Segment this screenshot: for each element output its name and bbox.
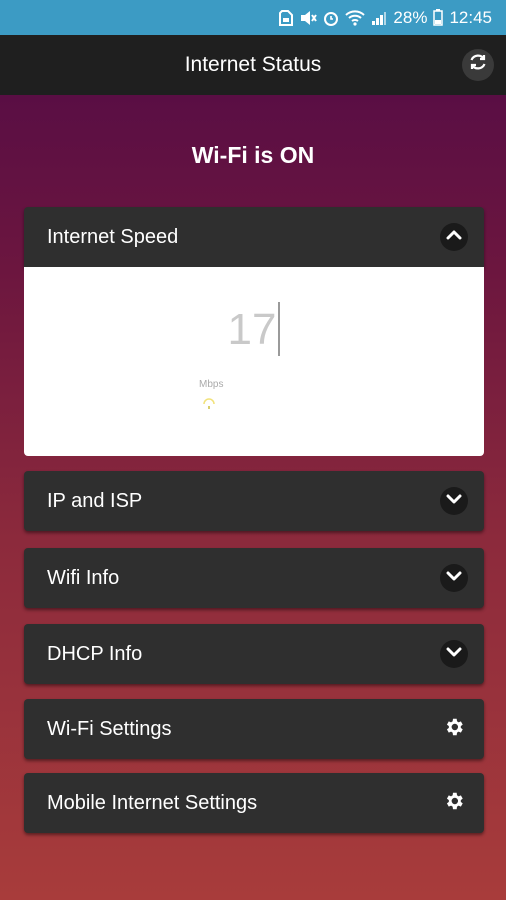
wifi-status-heading: Wi-Fi is ON <box>191 142 315 168</box>
panel-title: Internet Speed <box>47 225 179 248</box>
refresh-icon <box>469 53 487 77</box>
section-wifi-info[interactable]: Wifi Info <box>24 548 484 608</box>
signal-icon <box>371 10 387 26</box>
speed-caret <box>278 302 281 356</box>
section-label: DHCP Info <box>47 642 143 665</box>
panel-header: Mobile Internet Settings <box>24 773 484 833</box>
section-mobile-internet-settings[interactable]: Mobile Internet Settings <box>24 773 484 833</box>
sim-icon <box>279 9 294 26</box>
section-ip-isp[interactable]: IP and ISP <box>24 471 484 531</box>
section-label: Mobile Internet Settings <box>47 791 258 814</box>
expand-button[interactable] <box>440 487 468 515</box>
gear-icon <box>443 716 465 743</box>
settings-button[interactable] <box>440 715 468 743</box>
section-label: Wi-Fi Settings <box>47 717 172 740</box>
page-title: Internet Status <box>184 53 322 76</box>
panel-header: Wifi Info <box>24 548 484 608</box>
section-wifi-settings[interactable]: Wi-Fi Settings <box>24 699 484 759</box>
clock: 12:45 <box>449 7 492 27</box>
collapse-button[interactable] <box>440 223 468 251</box>
section-dhcp-info[interactable]: DHCP Info <box>24 624 484 684</box>
settings-button[interactable] <box>440 789 468 817</box>
section-label: IP and ISP <box>47 489 143 512</box>
speed-unit: Mbps <box>199 379 224 390</box>
battery-percent: 28% <box>393 7 428 27</box>
gear-icon <box>443 790 465 817</box>
expand-button[interactable] <box>440 640 468 668</box>
chevron-down-icon <box>446 645 462 663</box>
speed-meter: 17 Mbps <box>24 267 484 456</box>
section-label: Wifi Info <box>47 566 120 589</box>
panel-header: IP and ISP <box>24 471 484 531</box>
speed-value: 17 <box>227 305 277 354</box>
wifi-icon <box>345 9 366 26</box>
gauge-indicator-icon <box>202 395 216 416</box>
panel-header: Wi-Fi Settings <box>24 699 484 759</box>
internet-speed-panel-header[interactable]: Internet Speed <box>24 207 484 267</box>
chevron-down-icon <box>446 569 462 587</box>
panel-header: DHCP Info <box>24 624 484 684</box>
mute-icon <box>299 10 318 26</box>
expand-button[interactable] <box>440 564 468 592</box>
panel-header: Internet Speed <box>24 207 484 267</box>
refresh-button[interactable] <box>462 49 494 81</box>
chevron-up-icon <box>446 228 462 246</box>
battery-icon <box>433 9 444 26</box>
alarm-icon <box>323 10 339 26</box>
status-bar: 28% 12:45 <box>0 0 506 35</box>
speed-value-display: 17 <box>24 302 484 356</box>
app-bar: Internet Status <box>0 35 506 95</box>
chevron-down-icon <box>446 492 462 510</box>
